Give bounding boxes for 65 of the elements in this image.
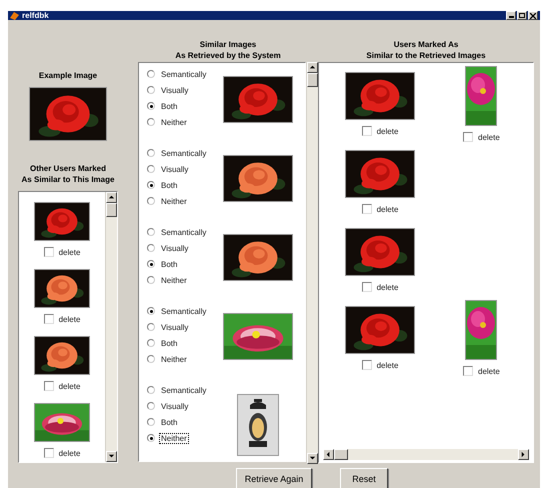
maximize-icon bbox=[519, 13, 525, 18]
delete-checkbox[interactable]: delete bbox=[362, 126, 398, 136]
minimize-button[interactable] bbox=[506, 11, 516, 20]
scroll-arrow-button[interactable] bbox=[106, 192, 117, 203]
radio-option[interactable]: Visually bbox=[147, 398, 223, 414]
app-icon bbox=[10, 11, 19, 20]
section-heading: Similar to the Retrieved Images bbox=[366, 50, 486, 61]
radio-option[interactable]: Both bbox=[147, 414, 223, 430]
radio-option[interactable]: Semantically bbox=[147, 66, 223, 82]
section-heading: Other Users Marked bbox=[30, 163, 106, 174]
delete-checkbox[interactable]: delete bbox=[44, 448, 80, 458]
up-arrow-icon bbox=[108, 194, 115, 201]
horizontal-scrollbar[interactable] bbox=[323, 449, 529, 460]
scroll-arrow-button[interactable] bbox=[307, 453, 318, 464]
down-arrow-icon bbox=[309, 455, 316, 462]
radio-option[interactable]: Both bbox=[147, 256, 223, 272]
radio-option[interactable]: Semantically bbox=[147, 303, 223, 319]
reset-button[interactable]: Reset bbox=[340, 468, 388, 488]
window-title: relfdbk bbox=[22, 11, 49, 20]
scroll-arrow-button[interactable] bbox=[323, 449, 334, 460]
delete-checkbox[interactable]: delete bbox=[463, 366, 500, 376]
scroll-thumb[interactable] bbox=[106, 203, 117, 217]
close-icon bbox=[530, 12, 536, 18]
retrieve-again-button[interactable]: Retrieve Again bbox=[236, 468, 312, 488]
radio-option[interactable]: Neither bbox=[147, 430, 223, 446]
delete-checkbox[interactable]: delete bbox=[44, 314, 80, 324]
delete-checkbox[interactable]: delete bbox=[44, 247, 80, 257]
close-button[interactable] bbox=[528, 11, 538, 20]
scrollbar[interactable] bbox=[105, 192, 117, 462]
radio-option[interactable]: Neither bbox=[147, 114, 223, 130]
scroll-thumb[interactable] bbox=[307, 73, 318, 87]
radio-option[interactable]: Visually bbox=[147, 240, 223, 256]
section-heading: Similar Images bbox=[200, 39, 256, 50]
delete-checkbox[interactable]: delete bbox=[362, 282, 398, 292]
radio-option[interactable]: Neither bbox=[147, 272, 223, 288]
up-arrow-icon bbox=[309, 64, 316, 71]
radio-option[interactable]: Neither bbox=[147, 351, 223, 367]
scroll-arrow-button[interactable] bbox=[106, 451, 117, 462]
delete-checkbox[interactable]: delete bbox=[362, 204, 398, 214]
section-heading: As Retrieved by the System bbox=[175, 50, 281, 61]
radio-option[interactable]: Semantically bbox=[147, 145, 223, 161]
radio-option[interactable]: Semantically bbox=[147, 382, 223, 398]
radio-option[interactable]: Both bbox=[147, 335, 223, 351]
maximize-button[interactable] bbox=[517, 11, 527, 20]
right-arrow-icon bbox=[520, 451, 527, 458]
scrollbar[interactable] bbox=[306, 62, 318, 464]
down-arrow-icon bbox=[108, 453, 115, 460]
radio-option[interactable]: Visually bbox=[147, 82, 223, 98]
left-arrow-icon bbox=[325, 451, 332, 458]
radio-option[interactable]: Both bbox=[147, 177, 223, 193]
scroll-arrow-button[interactable] bbox=[518, 449, 529, 460]
example-image-label: Example Image bbox=[38, 70, 98, 81]
section-heading: Users Marked As bbox=[394, 39, 458, 50]
radio-option[interactable]: Visually bbox=[147, 319, 223, 335]
radio-option[interactable]: Neither bbox=[147, 193, 223, 209]
radio-option[interactable]: Both bbox=[147, 98, 223, 114]
scroll-thumb[interactable] bbox=[334, 449, 348, 460]
scroll-arrow-button[interactable] bbox=[307, 62, 318, 73]
section-heading: As Similar to This Image bbox=[22, 174, 114, 185]
delete-checkbox[interactable]: delete bbox=[362, 360, 398, 370]
minimize-icon bbox=[508, 13, 514, 18]
radio-option[interactable]: Semantically bbox=[147, 224, 223, 240]
radio-option[interactable]: Visually bbox=[147, 161, 223, 177]
delete-checkbox[interactable]: delete bbox=[463, 132, 500, 142]
delete-checkbox[interactable]: delete bbox=[44, 381, 80, 391]
